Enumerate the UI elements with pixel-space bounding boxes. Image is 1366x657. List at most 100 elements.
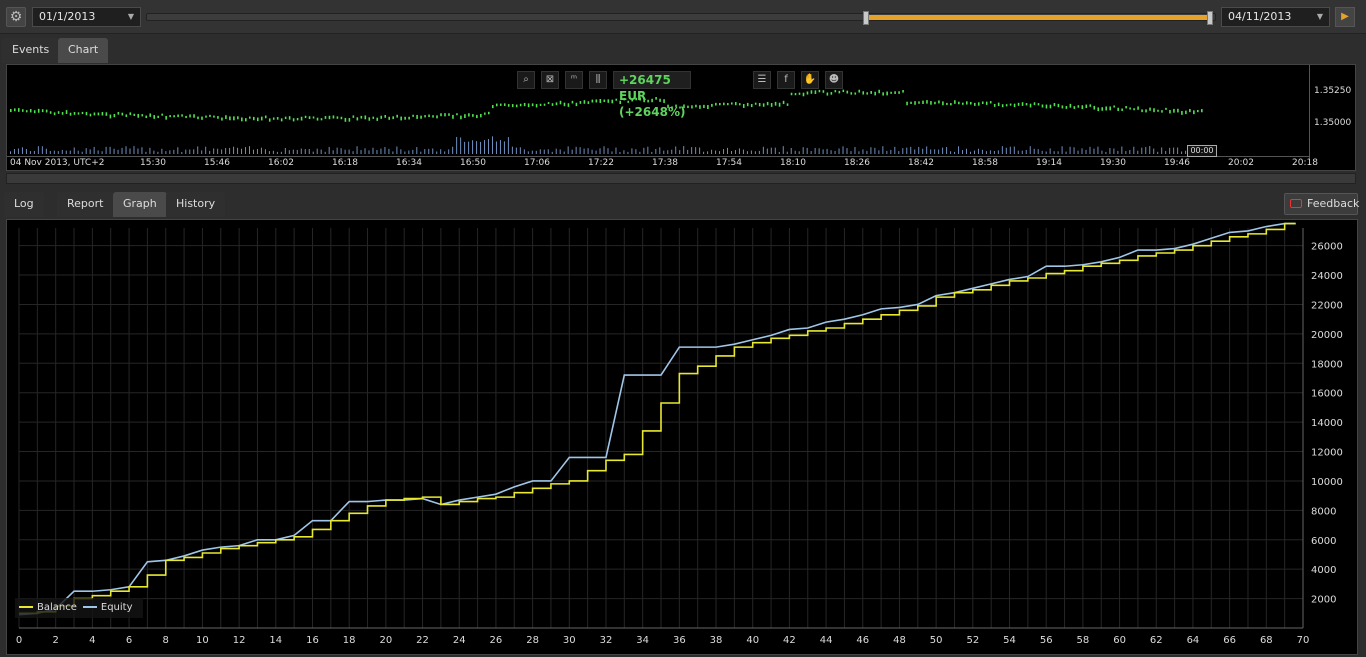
price-candle	[229, 116, 231, 121]
checklist-icon[interactable]: ☰	[753, 71, 771, 89]
x-tick-label: 46	[856, 635, 869, 646]
volume-bar	[189, 149, 191, 154]
volume-bar	[723, 149, 725, 154]
price-candle	[324, 116, 327, 119]
play-icon[interactable]: ▶	[1335, 7, 1355, 27]
price-candle	[161, 113, 163, 116]
volume-bar	[770, 147, 772, 154]
volume-bar	[101, 151, 103, 154]
gear-icon[interactable]: ⚙	[6, 7, 26, 27]
x-tick-label: 68	[1260, 635, 1273, 646]
date-range-slider[interactable]	[146, 11, 1216, 25]
price-candle	[579, 101, 582, 104]
volume-bar	[428, 148, 430, 154]
volume-bar	[934, 149, 936, 154]
price-candle	[225, 115, 227, 120]
tab-chart[interactable]: Chart	[58, 38, 109, 63]
range-start-handle[interactable]	[862, 11, 869, 25]
time-tick-label: 19:14	[1036, 158, 1062, 168]
volume-bar	[448, 149, 450, 154]
price-candle	[292, 118, 295, 122]
price-candle	[734, 102, 737, 106]
balance-equity-graph[interactable]: 2000 4000 6000 8000 10000 12000 14000 16000 1800…	[6, 219, 1358, 655]
range-end-handle[interactable]	[1206, 11, 1213, 25]
legend-item-balance: Balance	[19, 598, 77, 618]
volume-bar	[495, 141, 497, 154]
zoom-icon[interactable]: ⌕	[517, 71, 535, 89]
legend-item-equity: Equity	[82, 598, 133, 618]
price-candle	[1125, 105, 1127, 109]
price-candle	[934, 101, 936, 105]
facebook-icon[interactable]: f	[777, 71, 795, 89]
volume-bar	[603, 146, 605, 154]
y-tick-label: 22000	[1311, 300, 1343, 311]
volume-bar	[260, 147, 262, 154]
price-candle	[1193, 110, 1195, 115]
volume-bar	[300, 148, 302, 154]
price-candle	[1089, 104, 1092, 107]
m1-timeframe-icon[interactable]: ᵐ	[565, 71, 583, 89]
price-candle	[464, 114, 466, 119]
volume-bar	[205, 146, 207, 154]
price-chart[interactable]: ⌕ ⊠ ᵐ ⫼ +26475 EUR (+2648%) ☰ f ✋ ☻ 1.35…	[6, 64, 1356, 171]
price-candle	[256, 117, 259, 122]
tab-events[interactable]: Events	[2, 38, 60, 63]
chart-scrollbar[interactable]	[6, 173, 1356, 184]
volume-bar	[296, 149, 298, 154]
price-candle	[687, 105, 689, 109]
price-candle	[938, 100, 940, 104]
volume-bar	[10, 151, 11, 154]
x-tick-label: 32	[600, 635, 613, 646]
thumbs-icon[interactable]: ✋	[801, 71, 819, 89]
price-candle	[1097, 107, 1100, 112]
volume-bar	[902, 148, 904, 154]
price-candle	[842, 89, 845, 93]
start-date-select[interactable]: 01/1/2013 ▼	[32, 7, 141, 27]
end-date-select[interactable]: 04/11/2013 ▼	[1221, 7, 1330, 27]
tab-log[interactable]: Log	[4, 192, 44, 217]
candles-icon[interactable]: ⫼	[589, 71, 607, 89]
volume-bar	[1173, 147, 1175, 154]
price-candle	[468, 113, 470, 117]
price-candle	[854, 92, 857, 95]
volume-bar	[806, 147, 808, 154]
time-tick-label: 18:10	[780, 158, 806, 168]
price-candle	[499, 103, 502, 106]
person-icon[interactable]: ☻	[825, 71, 843, 89]
volume-bar	[328, 146, 330, 154]
price-candle	[416, 114, 418, 119]
volume-bar	[233, 146, 235, 154]
price-candle	[966, 101, 968, 105]
price-candle	[388, 116, 391, 120]
price-candle	[922, 100, 924, 105]
feedback-button[interactable]: Feedback	[1284, 193, 1359, 215]
tab-history[interactable]: History	[166, 192, 226, 217]
volume-bar	[336, 147, 338, 154]
volume-bar	[249, 146, 250, 154]
tab-graph[interactable]: Graph	[113, 192, 167, 217]
price-candle	[336, 116, 339, 119]
price-candle	[511, 104, 514, 108]
volume-bar	[77, 150, 79, 154]
x-tick-label: 58	[1077, 635, 1090, 646]
price-candle	[488, 111, 490, 115]
price-candle	[1153, 108, 1155, 113]
price-candle	[29, 109, 32, 113]
start-date-value: 01/1/2013	[39, 10, 96, 23]
price-candle	[89, 113, 92, 117]
volume-bar	[264, 149, 266, 154]
price-candle	[746, 102, 749, 107]
volume-bar	[193, 149, 195, 154]
x-tick-label: 64	[1187, 635, 1200, 646]
y-tick-label: 2000	[1311, 595, 1336, 606]
price-candle	[252, 116, 255, 121]
chart-settings-icon[interactable]: ⊠	[541, 71, 559, 89]
price-candle	[794, 93, 797, 96]
volume-bar	[958, 146, 960, 154]
volume-bar	[758, 150, 760, 154]
volume-bar	[21, 147, 23, 154]
price-candle	[858, 89, 861, 93]
x-tick-label: 18	[343, 635, 356, 646]
time-tick-label: 16:34	[396, 158, 422, 168]
tab-report[interactable]: Report	[57, 192, 114, 217]
